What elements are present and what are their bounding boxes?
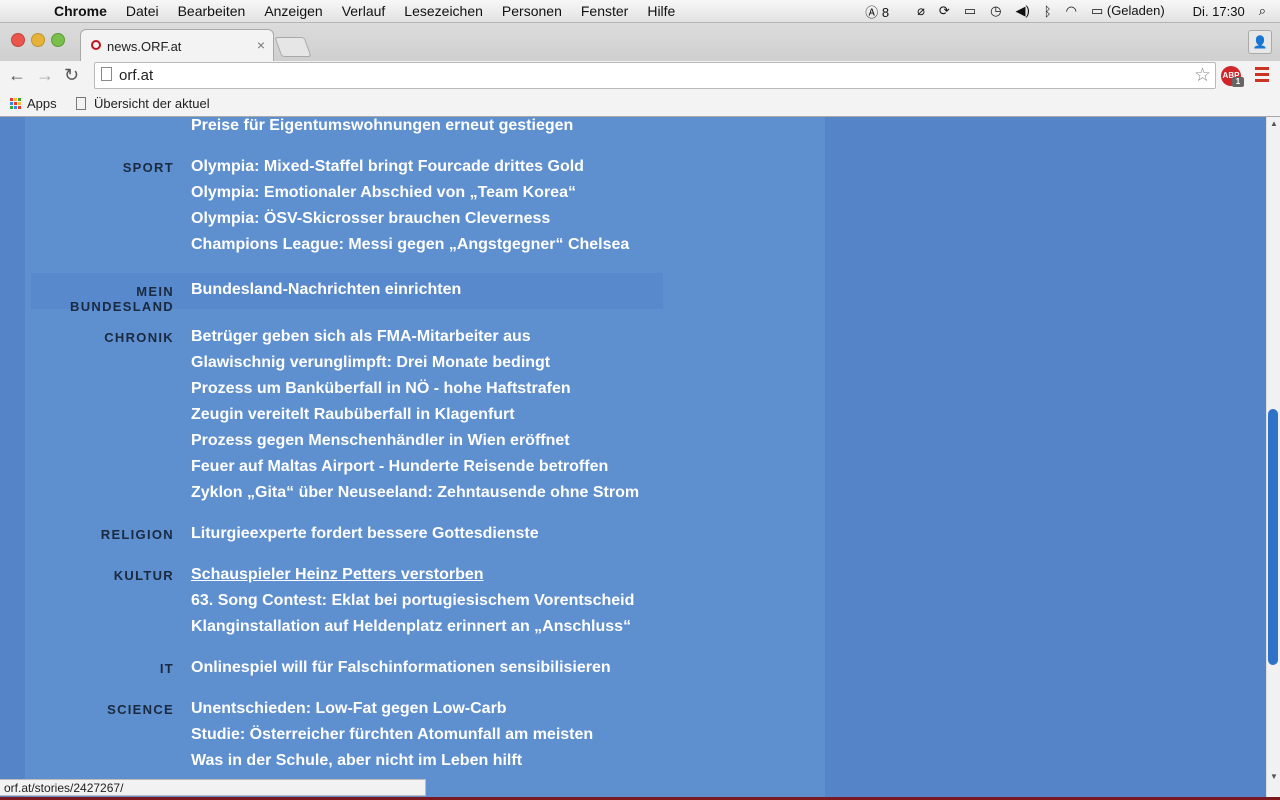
display-icon[interactable]: ▭	[964, 3, 976, 19]
adblock-plus-icon[interactable]: ABP 1	[1221, 66, 1244, 87]
headline-list: Preise für Eigentumswohnungen erneut ges…	[191, 117, 573, 139]
headline-link[interactable]: 63. Song Contest: Eklat bei portugiesisc…	[191, 588, 634, 614]
bookmark-apps-label: Apps	[27, 96, 57, 111]
headline-list: Bundesland-Nachrichten einrichten	[191, 277, 461, 303]
clock-icon[interactable]: ◷	[990, 3, 1001, 19]
headline-link[interactable]: Olympia: Mixed-Staffel bringt Fourcade d…	[191, 154, 629, 180]
spotlight-icon[interactable]: ⌕	[1259, 3, 1266, 19]
menu-app-name[interactable]: Chrome	[54, 3, 107, 19]
battery-icon[interactable]: ▭ (Geladen)	[1091, 3, 1179, 19]
battery-status: (Geladen)	[1106, 3, 1165, 18]
scroll-up-arrow-icon[interactable]: ▲	[1270, 119, 1278, 128]
headline-list: Betrüger geben sich als FMA-Mitarbeiter …	[191, 324, 639, 506]
section-label[interactable]: KULTUR	[25, 568, 174, 583]
browser-toolbar: ← → ↻ orf.at ☆ ABP 1	[0, 61, 1280, 91]
headline-link[interactable]: Studie: Österreicher fürchten Atomunfall…	[191, 722, 593, 748]
address-bar[interactable]: orf.at ☆	[94, 62, 1216, 89]
headline-link[interactable]: Champions League: Messi gegen „Angstgegn…	[191, 232, 629, 258]
menu-hilfe[interactable]: Hilfe	[647, 3, 675, 19]
tab-close-icon[interactable]: ×	[257, 37, 265, 53]
menu-fenster[interactable]: Fenster	[581, 3, 628, 19]
menu-bar: Chrome Datei Bearbeiten Anzeigen Verlauf…	[0, 0, 1280, 23]
wifi-icon[interactable]: ◠	[1066, 3, 1077, 19]
section-label[interactable]: IT	[25, 661, 174, 676]
adobe-icon[interactable]: Ⓐ 8	[865, 2, 903, 21]
menu-verlauf[interactable]: Verlauf	[342, 3, 386, 19]
section-label[interactable]: SPORT	[25, 160, 174, 175]
abp-count-badge: 1	[1232, 77, 1244, 87]
headline-list: Unentschieden: Low-Fat gegen Low-Carb St…	[191, 696, 593, 774]
section-label[interactable]: MEIN BUNDESLAND	[29, 284, 174, 314]
section-label[interactable]: CHRONIK	[25, 330, 174, 345]
headline-link[interactable]: Prozess gegen Menschenhändler in Wien er…	[191, 428, 639, 454]
tab-strip: news.ORF.at × 👤	[0, 23, 1280, 62]
scrollbar-thumb[interactable]	[1268, 409, 1278, 665]
profile-icon[interactable]: 👤	[1248, 30, 1272, 54]
app-menus: Chrome Datei Bearbeiten Anzeigen Verlauf…	[54, 0, 694, 22]
headline-link[interactable]: Preise für Eigentumswohnungen erneut ges…	[191, 117, 573, 139]
page-content: Preise für Eigentumswohnungen erneut ges…	[0, 117, 1266, 797]
section-label[interactable]: RELIGION	[25, 527, 174, 542]
menu-lesezeichen[interactable]: Lesezeichen	[404, 3, 483, 19]
forward-arrow-icon[interactable]: →	[36, 65, 54, 86]
status-menus: Ⓐ 8 ⌀ ⟳ ▭ ◷ ◀) ᛒ ◠ ▭ (Geladen) Di. 17:30…	[865, 0, 1280, 22]
time-machine-icon[interactable]: ⟳	[939, 3, 950, 19]
headline-link[interactable]: Zyklon „Gita“ über Neuseeland: Zehntause…	[191, 480, 639, 506]
tab-news-orf[interactable]: news.ORF.at ×	[80, 29, 274, 62]
menu-anzeigen[interactable]: Anzeigen	[264, 3, 322, 19]
volume-icon[interactable]: ◀)	[1015, 3, 1029, 19]
headline-link[interactable]: Liturgieexperte fordert bessere Gottesdi…	[191, 521, 539, 547]
chrome-menu-icon[interactable]	[1255, 67, 1269, 85]
headline-list: Olympia: Mixed-Staffel bringt Fourcade d…	[191, 154, 629, 258]
section-label[interactable]: SCIENCE	[25, 702, 174, 717]
headline-link-hovered[interactable]: Schauspieler Heinz Petters verstorben	[191, 562, 634, 588]
headline-link[interactable]: Betrüger geben sich als FMA-Mitarbeiter …	[191, 324, 639, 350]
window-minimize-button[interactable]	[31, 33, 45, 47]
back-arrow-icon[interactable]: ←	[8, 65, 26, 86]
window-zoom-button[interactable]	[51, 33, 65, 47]
headline-list: Schauspieler Heinz Petters verstorben 63…	[191, 562, 634, 640]
headline-link[interactable]: Prozess um Banküberfall in NÖ - hohe Haf…	[191, 376, 639, 402]
bookmarks-bar: Apps Übersicht der aktuel	[0, 91, 1280, 117]
headline-link[interactable]: Feuer auf Maltas Airport - Hunderte Reis…	[191, 454, 639, 480]
headline-link[interactable]: Zeugin vereitelt Raubüberfall in Klagenf…	[191, 402, 639, 428]
menu-bearbeiten[interactable]: Bearbeiten	[178, 3, 246, 19]
document-icon	[76, 97, 86, 110]
bluetooth-icon[interactable]: ᛒ	[1044, 4, 1052, 19]
orf-favicon-icon	[91, 40, 101, 50]
menu-personen[interactable]: Personen	[502, 3, 562, 19]
bookmark-apps[interactable]: Apps	[10, 96, 57, 111]
scroll-down-arrow-icon[interactable]: ▼	[1270, 772, 1278, 781]
menu-datei[interactable]: Datei	[126, 3, 159, 19]
headline-link[interactable]: Olympia: Emotionaler Abschied von „Team …	[191, 180, 629, 206]
window-close-button[interactable]	[11, 33, 25, 47]
headline-link[interactable]: Klanginstallation auf Heldenplatz erinne…	[191, 614, 634, 640]
page-icon	[101, 67, 112, 81]
menu-clock[interactable]: Di. 17:30	[1193, 4, 1245, 19]
headline-link[interactable]: Olympia: ÖSV-Skicrosser brauchen Clevern…	[191, 206, 629, 232]
adobe-count: 8	[881, 4, 890, 20]
sync-icon[interactable]: ⌀	[917, 3, 925, 19]
tab-title: news.ORF.at	[107, 39, 182, 54]
apps-grid-icon	[10, 98, 21, 109]
vertical-scrollbar[interactable]: ▲ ▼	[1266, 117, 1280, 797]
reload-icon[interactable]: ↻	[64, 65, 79, 86]
link-status-bubble: orf.at/stories/2427267/	[0, 779, 426, 796]
headline-link[interactable]: Was in der Schule, aber nicht im Leben h…	[191, 748, 593, 774]
headline-link[interactable]: Unentschieden: Low-Fat gegen Low-Carb	[191, 696, 593, 722]
headline-link[interactable]: Glawischnig verunglimpft: Drei Monate be…	[191, 350, 639, 376]
headline-list: Onlinespiel will für Falschinformationen…	[191, 655, 611, 681]
headline-list: Liturgieexperte fordert bessere Gottesdi…	[191, 521, 539, 547]
news-column: Preise für Eigentumswohnungen erneut ges…	[25, 117, 825, 797]
bookmark-uebersicht[interactable]: Übersicht der aktuel	[76, 96, 210, 111]
bookmark-uebersicht-label: Übersicht der aktuel	[94, 96, 210, 111]
bookmark-star-icon[interactable]: ☆	[1194, 64, 1211, 87]
new-tab-button[interactable]	[274, 37, 312, 57]
headline-link[interactable]: Bundesland-Nachrichten einrichten	[191, 277, 461, 303]
headline-link[interactable]: Onlinespiel will für Falschinformationen…	[191, 655, 611, 681]
address-url[interactable]: orf.at	[119, 67, 153, 84]
